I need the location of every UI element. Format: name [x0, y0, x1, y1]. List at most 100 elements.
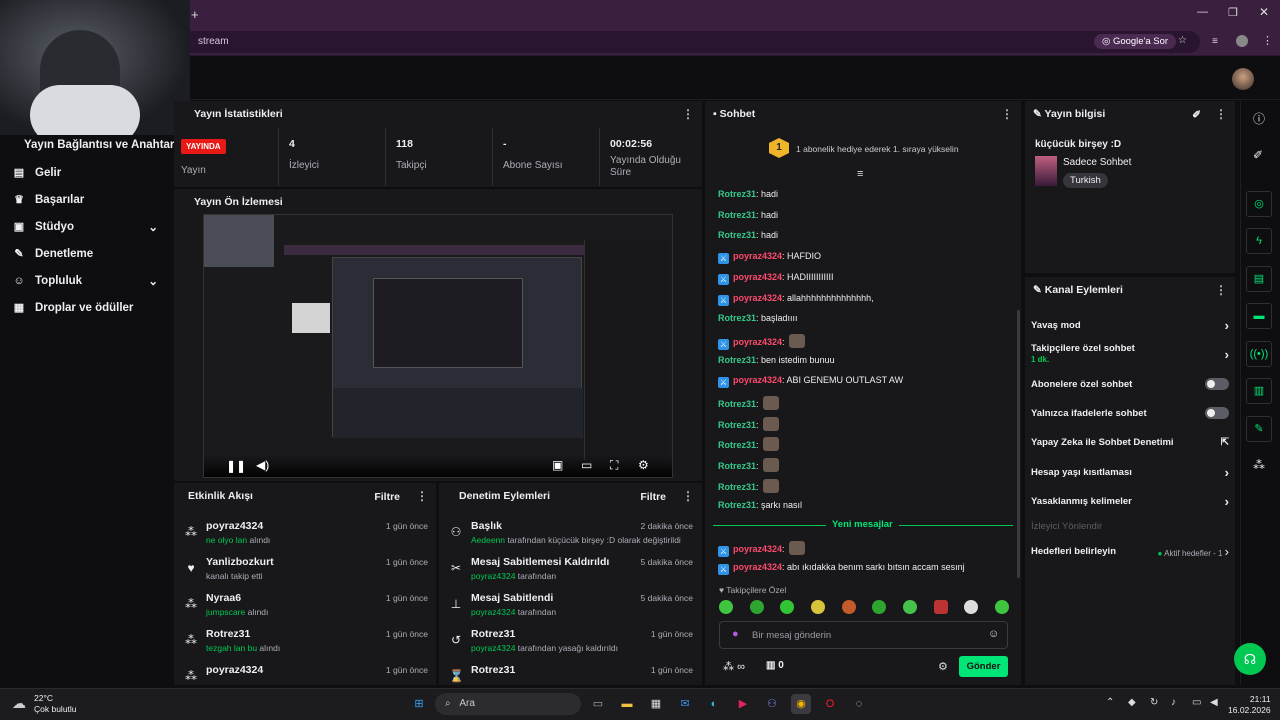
- settings-gear-icon[interactable]: ⚙: [638, 458, 649, 472]
- chat-message[interactable]: Rotrez31: başladıııı: [718, 313, 798, 323]
- chat-message[interactable]: Rotrez31: şarkı nasıl: [718, 500, 802, 510]
- gift-banner-text[interactable]: 1 abonelik hediye ederek 1. sıraya yükse…: [796, 144, 959, 154]
- teams-icon[interactable]: ⚇: [762, 694, 782, 714]
- clip-icon[interactable]: ▣: [552, 458, 563, 472]
- media-player-icon[interactable]: ▶: [733, 694, 753, 714]
- chat-message[interactable]: ⚔ poyraz4324: ABI GENEMU OUTLAST AW: [718, 375, 903, 389]
- sidebar-item-topluluk[interactable]: ☺ Topluluk ⌄: [0, 267, 172, 294]
- info-icon[interactable]: ⓘ: [1253, 110, 1265, 127]
- activity-filter-button[interactable]: Filtre: [374, 491, 400, 503]
- obs-icon[interactable]: ◌: [849, 694, 869, 714]
- goals-action[interactable]: Hedefleri belirleyin ● Aktif hedefler - 1…: [1031, 538, 1229, 564]
- account-age-action[interactable]: Hesap yaşı kısıtlaması ›: [1031, 459, 1229, 485]
- browser-menu-icon[interactable]: ⋮: [1262, 34, 1273, 47]
- google-ask-button[interactable]: ◎ Google'a Sor: [1094, 34, 1177, 49]
- chat-username[interactable]: Rotrez31: [718, 230, 756, 240]
- mod-action-item[interactable]: ⊥ Mesaj Sabitlendi poyraz4324 tarafından 5 …: [439, 589, 702, 625]
- channel-points-button[interactable]: ⁂ ∞: [723, 660, 745, 673]
- chat-username[interactable]: Rotrez31: [718, 189, 756, 199]
- quick-action-snapshot-button[interactable]: ◎: [1246, 191, 1272, 217]
- chat-username[interactable]: poyraz4324: [733, 544, 782, 554]
- mod-action-item[interactable]: ↺ Rotrez31 poyraz4324 tarafından yasağı ka…: [439, 625, 702, 661]
- minimize-icon[interactable]: —: [1197, 6, 1208, 18]
- chat-username[interactable]: poyraz4324: [733, 272, 782, 282]
- activity-item[interactable]: ⁂ poyraz4324 1 gün önce: [174, 661, 436, 685]
- language-tag[interactable]: Turkish: [1063, 173, 1108, 188]
- taskbar-clock[interactable]: 21:11 16.02.2026: [1228, 694, 1271, 716]
- quick-action-ad-button[interactable]: ϟ: [1246, 228, 1272, 254]
- subscribers-only-action[interactable]: Abonelere özel sohbet: [1031, 371, 1229, 397]
- modactions-menu-icon[interactable]: ⋮: [682, 489, 694, 503]
- close-icon[interactable]: ✕: [1259, 5, 1269, 19]
- send-button[interactable]: Gönder: [959, 656, 1008, 677]
- weather-widget[interactable]: 22°C Çok bulutlu: [34, 693, 77, 715]
- profile-icon[interactable]: [1236, 35, 1248, 47]
- chat-message[interactable]: Rotrez31: hadi: [718, 210, 778, 220]
- quick-action-mod-button[interactable]: ✎: [1246, 416, 1272, 442]
- activity-item[interactable]: ⁂ poyraz4324 ne olyo lan alındı 1 gün önce: [174, 517, 436, 553]
- quick-action-broadcast-button[interactable]: ((•)): [1246, 341, 1272, 367]
- chat-input[interactable]: ● Bir mesaj gönderin ☺: [719, 621, 1008, 649]
- edit-pencil-icon[interactable]: ✐: [1192, 109, 1201, 121]
- mod-action-item[interactable]: ⚇ Başlık Aedeenn tarafından küçücük birşey…: [439, 517, 702, 553]
- emote-icon[interactable]: [841, 600, 856, 614]
- emote-icon[interactable]: [872, 600, 887, 614]
- chat-username[interactable]: Rotrez31: [718, 500, 756, 510]
- slow-mode-action[interactable]: Yavaş mod ›: [1031, 312, 1229, 338]
- emote-icon[interactable]: [810, 600, 825, 614]
- chrome-icon[interactable]: ◉: [791, 694, 811, 714]
- emote-icon[interactable]: [933, 600, 948, 614]
- fullscreen-icon[interactable]: ⛶: [610, 458, 618, 473]
- user-avatar[interactable]: [1232, 68, 1254, 90]
- chat-username[interactable]: Rotrez31: [718, 313, 756, 323]
- chat-username[interactable]: Rotrez31: [718, 399, 756, 409]
- microphone-icon[interactable]: ♪: [1171, 697, 1176, 708]
- file-explorer-icon[interactable]: ▬: [617, 694, 637, 714]
- sidebar-item-gelir[interactable]: ▤ Gelir: [0, 159, 172, 186]
- emote-icon[interactable]: [749, 600, 764, 614]
- chat-message[interactable]: Rotrez31:: [718, 458, 780, 473]
- chat-username[interactable]: poyraz4324: [733, 293, 782, 303]
- sidebar-item-denetleme[interactable]: ✎ Denetleme: [0, 240, 172, 267]
- chat-message[interactable]: ⚔ poyraz4324: HADIIIIIIIIIII: [718, 272, 834, 285]
- chat-message[interactable]: Rotrez31:: [718, 437, 780, 452]
- chat-username[interactable]: Rotrez31: [718, 440, 756, 450]
- windows-start-icon[interactable]: ⊞: [409, 694, 429, 714]
- preview-video[interactable]: ❚❚ ◀) ▣ ▭ ⛶ ⚙: [203, 214, 673, 478]
- collapse-banner-icon[interactable]: ≡: [857, 168, 863, 180]
- chat-message[interactable]: ⚔ poyraz4324: HAFDIO: [718, 251, 821, 265]
- outlook-icon[interactable]: ✉: [675, 694, 695, 714]
- chat-settings-icon[interactable]: ⚙: [938, 660, 948, 673]
- followers-only-action[interactable]: Takipçilere özel sohbet 1 dk. ›: [1031, 340, 1229, 368]
- sidebar-stream-key-link[interactable]: Yayın Bağlantısı ve Anahtarı: [0, 135, 178, 159]
- store-icon[interactable]: ▦: [646, 694, 666, 714]
- streaminfo-menu-icon[interactable]: ⋮: [1215, 107, 1227, 121]
- stats-menu-icon[interactable]: ⋮: [682, 107, 694, 121]
- quick-action-marker-button[interactable]: ▤: [1246, 266, 1272, 292]
- pause-icon[interactable]: ❚❚: [226, 459, 246, 473]
- chat-message[interactable]: ⚔ poyraz4324:: [718, 541, 806, 557]
- chat-username[interactable]: poyraz4324: [733, 337, 782, 347]
- emote-icon[interactable]: [902, 600, 917, 614]
- emote-icon[interactable]: [964, 600, 979, 614]
- emote-icon[interactable]: [780, 600, 795, 614]
- theater-icon[interactable]: ▭: [581, 458, 592, 472]
- chat-username[interactable]: Rotrez31: [718, 461, 756, 471]
- edge-icon[interactable]: ◐: [704, 694, 724, 714]
- chat-message[interactable]: Rotrez31: ben istedim bunuu: [718, 355, 835, 365]
- ai-moderation-action[interactable]: Yapay Zeka ile Sohbet Denetimi ⇱: [1031, 429, 1229, 455]
- emote-picker-icon[interactable]: ☺: [988, 628, 999, 640]
- tray-app-icon[interactable]: ◆: [1128, 697, 1136, 708]
- quick-action-chat-button[interactable]: ▬: [1246, 303, 1272, 329]
- chat-message[interactable]: ⚔ poyraz4324:: [718, 333, 806, 350]
- channel-actions-menu-icon[interactable]: ⋮: [1215, 283, 1227, 297]
- emote-only-toggle[interactable]: [1205, 407, 1229, 419]
- emote-icon[interactable]: [994, 600, 1009, 614]
- chat-username[interactable]: poyraz4324: [733, 375, 782, 385]
- blocked-terms-action[interactable]: Yasaklanmış kelimeler ›: [1031, 488, 1229, 514]
- chat-menu-icon[interactable]: ⋮: [1001, 107, 1013, 121]
- sidebar-item-studyo[interactable]: ▣ Stüdyo ⌄: [0, 213, 172, 240]
- quick-action-layout-button[interactable]: ▥: [1246, 378, 1272, 404]
- channel-points-icon[interactable]: ⁂: [1253, 458, 1265, 472]
- chat-username[interactable]: Rotrez31: [718, 355, 756, 365]
